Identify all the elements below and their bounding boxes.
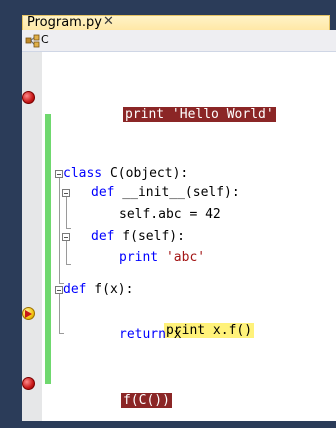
- code-line: print 'abc': [119, 249, 205, 267]
- code-text-span: __init__(self):: [114, 185, 240, 200]
- class-icon: [25, 34, 40, 48]
- left-panel-border: [0, 30, 22, 421]
- code-line: return x: [119, 326, 182, 344]
- keyword: def: [91, 185, 115, 200]
- code-line: def __init__(self):: [91, 184, 240, 202]
- class-name: C: [41, 33, 49, 46]
- code-editor[interactable]: print 'Hello World' class C(object): def…: [22, 52, 336, 421]
- code-line: def f(self):: [91, 228, 185, 246]
- keyword: def: [91, 229, 115, 244]
- keyword: return: [119, 327, 166, 342]
- code-text-span: f(self):: [114, 229, 185, 244]
- close-tab-icon[interactable]: ✕: [103, 14, 114, 29]
- keyword: def: [63, 282, 87, 297]
- code-text[interactable]: print 'Hello World' class C(object): def…: [22, 52, 336, 421]
- document-tab[interactable]: Program.py ✕: [22, 14, 330, 30]
- code-text-span: self.abc = 42: [119, 207, 221, 222]
- code-text-span: f(x):: [86, 282, 134, 297]
- code-line: class C(object):: [63, 165, 188, 183]
- document-tab-strip: Program.py ✕: [0, 0, 336, 30]
- code-line: f(C()): [74, 374, 172, 408]
- string-literal: 'abc': [165, 250, 206, 265]
- code-line: self.abc = 42: [119, 206, 221, 224]
- navigation-bar[interactable]: C: [22, 30, 336, 52]
- code-text-span: x: [165, 327, 182, 342]
- code-line: def f(x):: [63, 281, 133, 299]
- code-line: print x.f(): [117, 304, 255, 338]
- code-text-span: C(object):: [102, 166, 189, 181]
- tab-title: Program.py: [27, 15, 102, 30]
- breakpoint-highlight: f(C()): [120, 393, 172, 408]
- keyword: class: [63, 166, 103, 181]
- code-line: print 'Hello World': [76, 88, 276, 122]
- keyword: print: [119, 250, 159, 265]
- breakpoint-highlight: print 'Hello World': [122, 107, 276, 122]
